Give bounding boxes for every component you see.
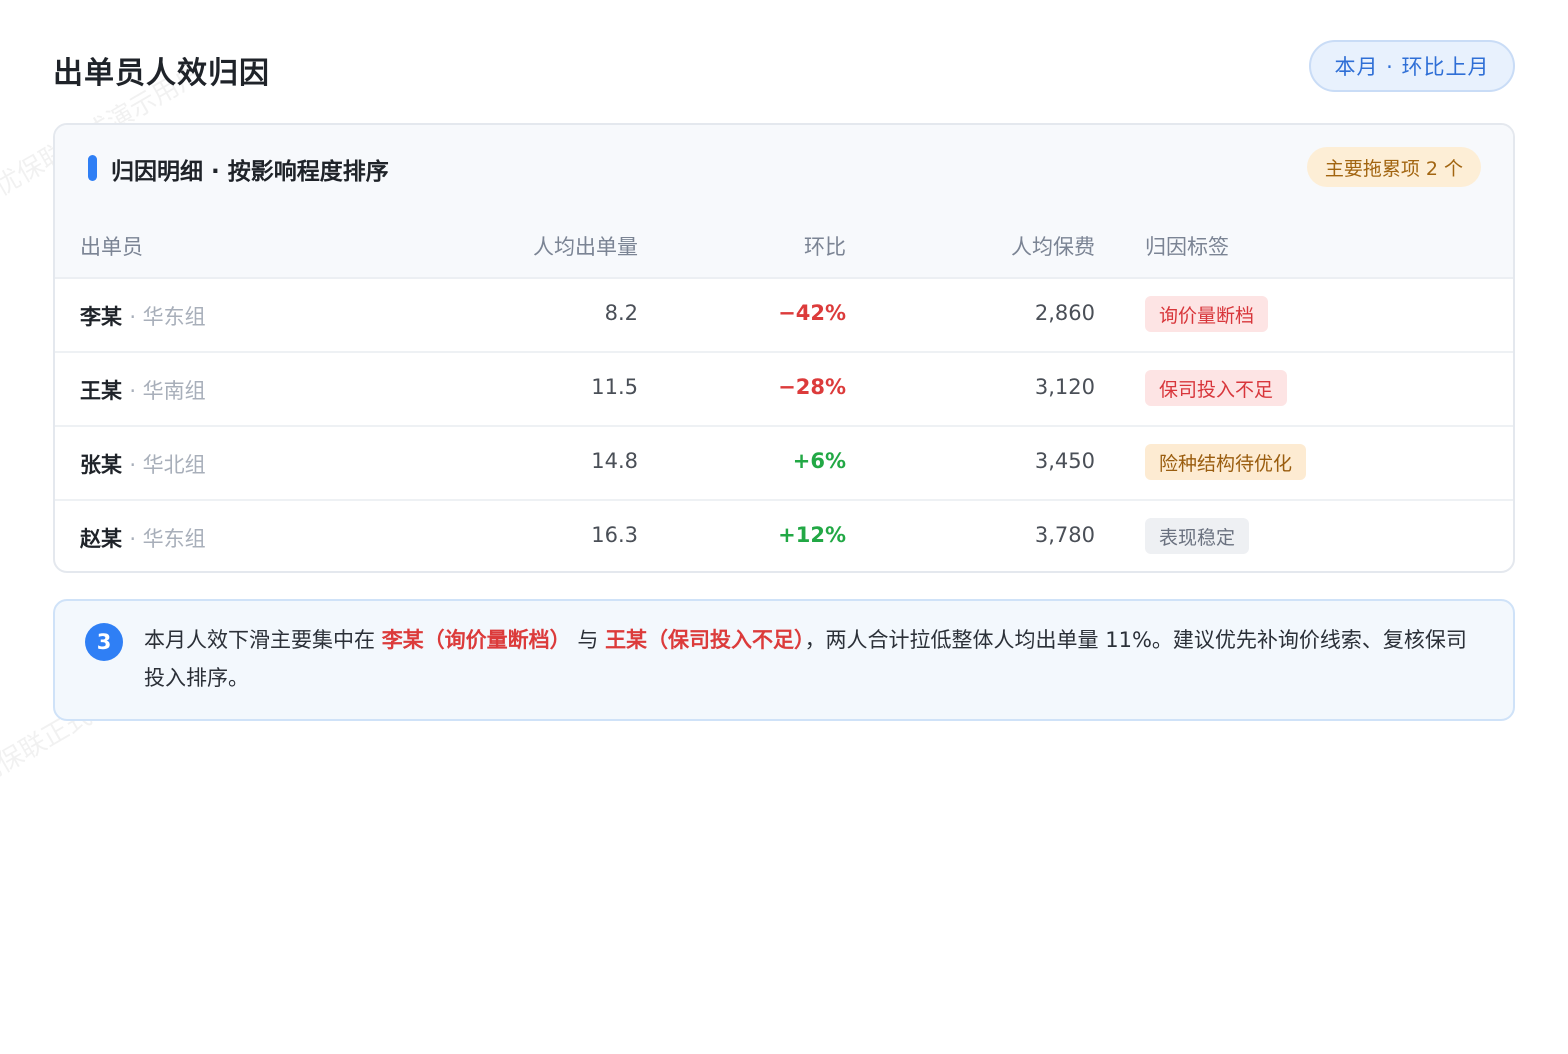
page-title: 出单员人效归因: [53, 56, 270, 91]
attribution-detail-card: 归因明细 · 按影响程度排序 主要拖累项 2 个 出单员 人均出单量 环比 人均…: [53, 123, 1515, 573]
table-row[interactable]: 王某 · 华南组 11.5 −28% 3,120 保司投入不足: [55, 351, 1513, 427]
accent-bar: [88, 155, 97, 181]
table-row[interactable]: 李某 · 华东组 8.2 −42% 2,860 询价量断档: [55, 277, 1513, 353]
drag-count-badge: 主要拖累项 2 个: [1306, 147, 1481, 187]
agent-group: · 华东组: [129, 305, 206, 329]
agent-group: · 华东组: [129, 527, 206, 551]
attribution-tag: 保司投入不足: [1145, 370, 1288, 406]
avg-premium-value: 3,450: [1034, 449, 1095, 473]
avg-orders-value: 16.3: [591, 523, 638, 547]
column-header-mom[interactable]: 环比: [804, 231, 846, 261]
insight-prefix: 本月人效下滑主要集中在: [144, 628, 375, 652]
agent-group: · 华南组: [129, 379, 206, 403]
mom-value: +6%: [792, 449, 846, 473]
agent-cell: 李某 · 华东组: [80, 301, 206, 331]
avg-premium-value: 3,780: [1034, 523, 1095, 547]
table-header: 出单员 人均出单量 环比 人均保费 归因标签: [55, 211, 1513, 279]
agent-name: 赵某: [80, 527, 122, 551]
agent-cell: 赵某 · 华东组: [80, 523, 206, 553]
step-number-badge: 3: [85, 623, 123, 661]
avg-premium-value: 3,120: [1034, 375, 1095, 399]
avg-orders-value: 8.2: [604, 301, 638, 325]
attribution-tag: 询价量断档: [1145, 296, 1269, 332]
page-header: 出单员人效归因 本月 · 环比上月: [53, 40, 1515, 94]
column-header-agent[interactable]: 出单员: [80, 231, 143, 261]
avg-orders-value: 11.5: [591, 375, 638, 399]
agent-cell: 张某 · 华北组: [80, 449, 206, 479]
table-row[interactable]: 张某 · 华北组 14.8 +6% 3,450 险种结构待优化: [55, 425, 1513, 501]
agent-name: 王某: [80, 379, 122, 403]
insight-join: 与: [577, 628, 599, 652]
column-header-attribution-tag[interactable]: 归因标签: [1145, 231, 1229, 261]
agent-name: 李某: [80, 305, 122, 329]
agent-name: 张某: [80, 453, 122, 477]
card-title: 归因明细 · 按影响程度排序: [111, 159, 389, 185]
insight-text: 本月人效下滑主要集中在 李某（询价量断档） 与 王某（保司投入不足），两人合计拉…: [144, 621, 1484, 697]
avg-premium-value: 2,860: [1034, 301, 1095, 325]
attribution-tag: 险种结构待优化: [1145, 444, 1307, 480]
card-header: 归因明细 · 按影响程度排序 主要拖累项 2 个: [55, 125, 1513, 213]
mom-value: −28%: [778, 375, 846, 399]
insight-callout: 3 本月人效下滑主要集中在 李某（询价量断档） 与 王某（保司投入不足），两人合…: [53, 599, 1515, 721]
table-row[interactable]: 赵某 · 华东组 16.3 +12% 3,780 表现稳定: [55, 499, 1513, 571]
period-selector-button[interactable]: 本月 · 环比上月: [1309, 40, 1515, 92]
agent-cell: 王某 · 华南组: [80, 375, 206, 405]
avg-orders-value: 14.8: [591, 449, 638, 473]
mom-value: −42%: [778, 301, 846, 325]
column-header-avg-orders[interactable]: 人均出单量: [533, 231, 638, 261]
mom-value: +12%: [778, 523, 846, 547]
attribution-tag: 表现稳定: [1145, 518, 1250, 554]
column-header-avg-premium[interactable]: 人均保费: [1011, 231, 1095, 261]
insight-highlight-wang: 王某（保司投入不足）: [605, 628, 805, 652]
insight-highlight-li: 李某（询价量断档）: [381, 628, 571, 652]
agent-group: · 华北组: [129, 453, 206, 477]
